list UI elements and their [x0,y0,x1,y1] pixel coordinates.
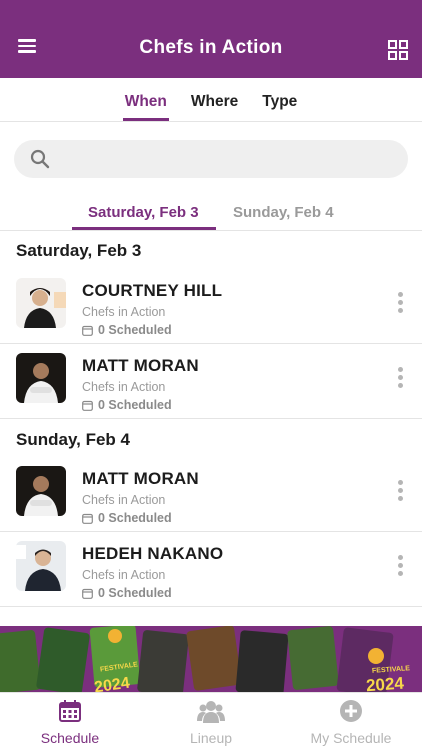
section-heading: Sunday, Feb 4 [16,430,130,449]
calendar-icon [82,325,93,336]
plus-circle-icon [340,700,362,722]
chef-category: Chefs in Action [82,305,166,319]
chef-category: Chefs in Action [82,568,166,582]
chef-name: MATT MORAN [82,356,199,375]
scheduled-count: 0 Scheduled [82,511,172,525]
scheduled-count: 0 Scheduled [82,323,172,337]
nav-schedule[interactable]: Schedule [0,699,140,746]
more-options-icon[interactable] [394,364,406,394]
scheduled-label: 0 Scheduled [98,586,172,600]
filter-tabs: When Where Type [0,78,422,122]
list-item[interactable]: MATT MORAN Chefs in Action 0 Scheduled [0,457,422,532]
banner-badge-right: 2024 [365,674,405,694]
nav-lineup-label: Lineup [189,730,233,746]
avatar [16,353,66,403]
calendar-icon [82,588,93,599]
list-item[interactable]: COURTNEY HILL Chefs in Action 0 Schedule… [0,269,422,344]
avatar [16,466,66,516]
more-options-icon[interactable] [394,552,406,582]
nav-my-schedule[interactable]: My Schedule [281,699,421,746]
chef-name: MATT MORAN [82,469,199,488]
chef-category: Chefs in Action [82,380,166,394]
scheduled-label: 0 Scheduled [98,511,172,525]
chef-name: COURTNEY HILL [82,281,223,300]
calendar-icon [82,513,93,524]
scheduled-label: 0 Scheduled [98,323,172,337]
search-icon [30,149,50,169]
nav-lineup[interactable]: Lineup [141,699,281,746]
avatar [16,278,66,328]
tab-when[interactable]: When [122,78,170,121]
tab-where[interactable]: Where [191,78,238,121]
avatar [16,541,66,591]
scheduled-count: 0 Scheduled [82,586,172,600]
scheduled-count: 0 Scheduled [82,398,172,412]
tab-sunday[interactable]: Sunday, Feb 4 [233,204,334,221]
scheduled-label: 0 Scheduled [98,398,172,412]
more-options-icon[interactable] [394,477,406,507]
nav-schedule-label: Schedule [40,730,100,746]
people-icon [197,701,225,723]
list-item[interactable]: MATT MORAN Chefs in Action 0 Scheduled [0,344,422,419]
app-header: Chefs in Action [0,0,422,78]
active-tab-indicator [72,227,216,230]
search-bar[interactable] [14,140,408,178]
chef-name: HEDEH NAKANO [82,544,224,563]
tab-type[interactable]: Type [262,78,297,121]
nav-my-schedule-label: My Schedule [310,730,392,746]
more-options-icon[interactable] [394,289,406,319]
grid-view-icon [388,40,408,60]
bottom-navigation: Schedule Lineup My Schedule [0,692,422,750]
tab-saturday[interactable]: Saturday, Feb 3 [88,204,199,221]
promo-banner[interactable]: 2024 FESTIVALE 2024 FESTIVALE [0,626,422,694]
calendar-icon [59,700,81,722]
search-input[interactable] [60,150,380,168]
chef-category: Chefs in Action [82,493,166,507]
list-item[interactable]: HEDEH NAKANO Chefs in Action 0 Scheduled [0,532,422,607]
grid-view-button[interactable] [388,40,408,60]
section-heading: Saturday, Feb 3 [16,241,142,260]
date-tabs: Saturday, Feb 3 Sunday, Feb 4 [0,195,422,231]
page-title: Chefs in Action [139,37,283,58]
calendar-icon [82,400,93,411]
